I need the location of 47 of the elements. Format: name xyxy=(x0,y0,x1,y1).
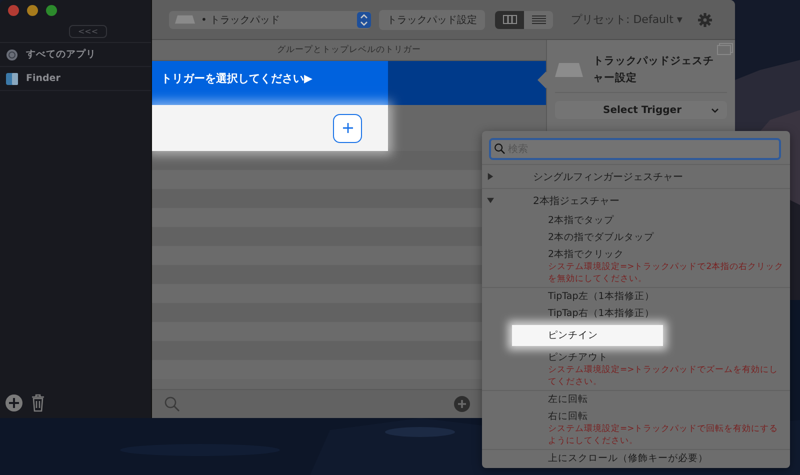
trigger-option[interactable]: 2本指でタップ xyxy=(482,212,790,229)
collapse-button[interactable]: <<< xyxy=(68,25,108,38)
stepper-icon xyxy=(357,12,371,28)
trackpad-settings-button[interactable]: トラックパッド設定 xyxy=(379,10,485,30)
trigger-option[interactable]: TipTap左（1本指修正） xyxy=(482,288,790,305)
plus-icon xyxy=(342,123,352,133)
list-view-button[interactable] xyxy=(524,10,553,28)
search-icon xyxy=(494,143,505,154)
warning-note: システム環境設定=>トラックパッドでズームを有効にしてください。 xyxy=(548,364,780,388)
trackpad-icon xyxy=(175,15,195,24)
add-icon[interactable] xyxy=(5,394,23,412)
trigger-option[interactable]: 右に回転 システム環境設定=>トラックパッドで回転を有効にするようにしてください。 xyxy=(482,408,790,450)
columns-icon xyxy=(502,15,516,24)
close-button[interactable] xyxy=(8,5,19,16)
trigger-option[interactable]: TipTap右（1本指修正） xyxy=(482,305,790,322)
finder-icon xyxy=(6,72,18,84)
minimize-button[interactable] xyxy=(27,5,38,16)
device-dropdown[interactable]: • トラックパッド xyxy=(169,10,371,28)
trigger-option[interactable]: 2本指でクリック システム環境設定=>トラックパッドで2本指の右クリックを無効にしてください。 xyxy=(482,246,790,288)
chevron-icon xyxy=(711,108,719,112)
trackpad-icon xyxy=(555,63,583,77)
trigger-option[interactable]: ピンチアウト システム環境設定=>トラックパッドでズームを有効にしてください。 xyxy=(482,349,790,391)
group-row[interactable]: シングルフィンガージェスチャー xyxy=(482,164,790,188)
group-row[interactable]: 2本指ジェスチャー xyxy=(482,188,790,212)
trigger-row[interactable]: トリガーを選択してください▶ xyxy=(152,61,546,105)
trigger-option[interactable]: 2本の指でダブルタップ xyxy=(482,229,790,246)
trigger-label: トリガーを選択してください▶ xyxy=(161,72,312,85)
select-trigger-dropdown[interactable]: Select Trigger xyxy=(555,101,727,119)
warning-note: システム環境設定=>トラックパッドで2本指の右クリックを無効にしてください。 xyxy=(548,261,784,285)
trigger-option[interactable]: 左に回転 xyxy=(482,391,790,408)
trash-icon[interactable] xyxy=(31,394,45,412)
columns-view-button[interactable] xyxy=(495,10,524,28)
collapsed-arrow-icon[interactable] xyxy=(487,173,494,180)
zoom-button[interactable] xyxy=(46,5,57,16)
search-icon[interactable] xyxy=(164,396,180,412)
add-icon[interactable] xyxy=(454,396,470,412)
trigger-option[interactable]: 上にスクロール（修飾キーが必要） xyxy=(482,450,790,467)
expanded-arrow-icon[interactable] xyxy=(487,197,494,204)
panel-title: トラックパッドジェスチャー設定 xyxy=(593,54,715,86)
sidebar-item[interactable]: Finder xyxy=(0,67,151,91)
add-trigger-button[interactable] xyxy=(333,114,362,142)
globe-icon xyxy=(6,48,18,60)
warning-note: システム環境設定=>トラックパッドで回転を有効にするようにしてください。 xyxy=(548,423,780,447)
trigger-option[interactable]: ピンチイン xyxy=(512,325,663,346)
list-icon xyxy=(532,15,546,24)
settings-icon[interactable] xyxy=(698,12,712,26)
sidebar-item[interactable]: すべてのアプリ xyxy=(0,43,151,67)
